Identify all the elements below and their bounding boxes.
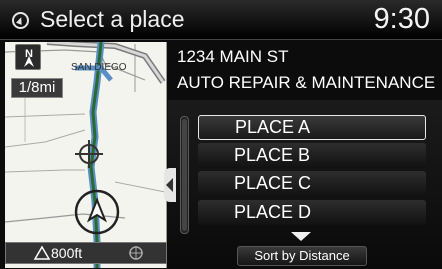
page-title: Select a place <box>40 6 185 32</box>
back-arrow-icon[interactable] <box>164 168 176 202</box>
scrollbar-thumb[interactable] <box>182 119 187 231</box>
clock: 9:30 <box>373 3 430 35</box>
map-roads <box>5 42 166 268</box>
header-bar: Select a place 9:30 <box>0 0 442 40</box>
map-info-bar: 800ft <box>5 242 167 264</box>
navigation-icon <box>12 12 29 29</box>
navigation-screen: Select a place 9:30 N 1/8mi SAN DIEGO 80… <box>0 0 442 269</box>
sort-by-distance-button[interactable]: Sort by Distance <box>237 246 367 266</box>
map-view[interactable]: N 1/8mi SAN DIEGO <box>5 42 167 268</box>
place-category: AUTO REPAIR & MAINTENANCE <box>177 73 436 92</box>
place-address: 1234 MAIN ST <box>177 47 289 66</box>
scrollbar[interactable] <box>180 116 189 234</box>
list-item-place-b[interactable]: PLACE B <box>198 143 426 168</box>
warning-icon <box>33 245 51 260</box>
street-label: SAN DIEGO <box>71 62 127 73</box>
list-item-place-a[interactable]: PLACE A <box>198 115 426 140</box>
scroll-down-icon[interactable] <box>291 232 311 241</box>
north-up-icon[interactable]: N <box>15 44 41 70</box>
compass-icon <box>129 246 143 260</box>
distance-label: 800ft <box>51 245 83 261</box>
list-item-place-d[interactable]: PLACE D <box>198 200 426 225</box>
list-item-place-c[interactable]: PLACE C <box>198 171 426 196</box>
map-scale-label[interactable]: 1/8mi <box>11 78 63 98</box>
